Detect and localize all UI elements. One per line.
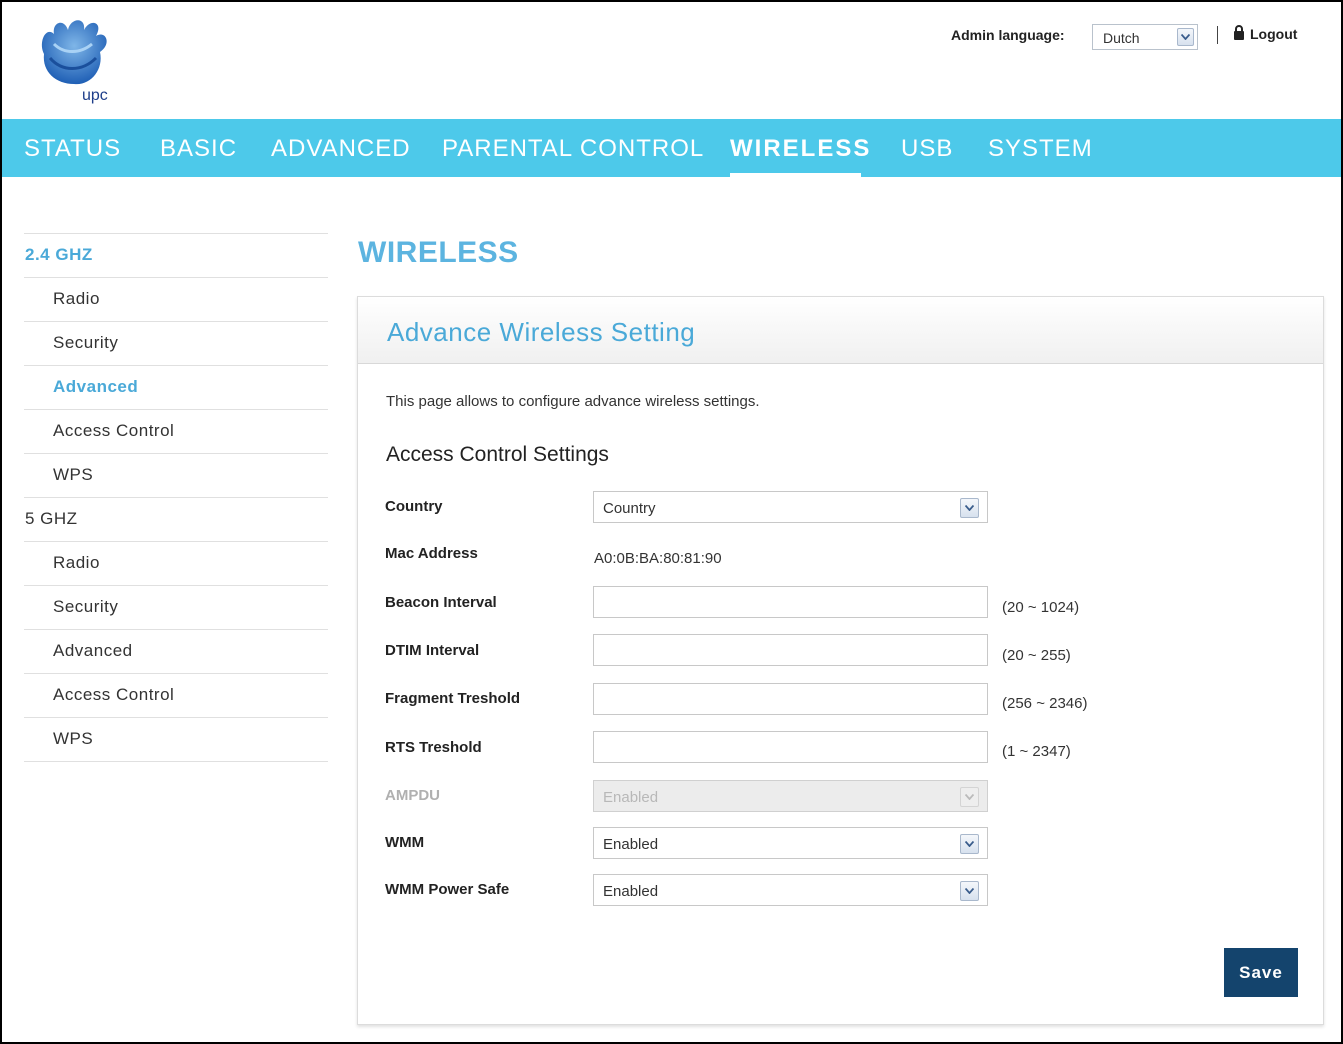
sidebar-item-label: Advanced: [53, 377, 139, 396]
chevron-down-icon[interactable]: [960, 498, 979, 518]
main-nav: STATUS BASIC ADVANCED PARENTAL CONTROL W…: [2, 119, 1341, 177]
sidebar-item-wps-5ghz[interactable]: WPS: [24, 717, 328, 762]
panel-title: Advance Wireless Setting: [387, 317, 696, 347]
mac-address-label: Mac Address: [385, 545, 478, 562]
country-select[interactable]: Country: [593, 491, 988, 523]
wmm-power-safe-value: Enabled: [603, 883, 659, 900]
rts-threshold-label: RTS Treshold: [385, 739, 482, 756]
chevron-down-icon: [960, 787, 979, 807]
beacon-interval-label: Beacon Interval: [385, 594, 497, 611]
logout-label: Logout: [1250, 26, 1298, 42]
page-title: WIRELESS: [358, 236, 519, 269]
sidebar-item-wps[interactable]: WPS: [24, 453, 328, 497]
sidebar-item-label: 2.4 GHZ: [25, 245, 93, 264]
wmm-power-safe-label: WMM Power Safe: [385, 881, 510, 898]
logo-text: upc: [82, 87, 108, 104]
nav-system[interactable]: SYSTEM: [988, 135, 1093, 163]
sidebar-item-security[interactable]: Security: [24, 321, 328, 365]
wmm-select[interactable]: Enabled: [593, 827, 988, 859]
rts-threshold-range: (1 ~ 2347): [1002, 743, 1071, 760]
fragment-threshold-field[interactable]: [593, 683, 988, 715]
panel-header: Advance Wireless Setting: [358, 297, 1323, 364]
page-description: This page allows to configure advance wi…: [386, 393, 760, 410]
lock-icon: [1233, 25, 1245, 43]
sidebar-item-radio-5ghz[interactable]: Radio: [24, 541, 328, 585]
chevron-down-icon[interactable]: [1177, 28, 1194, 46]
admin-language-select[interactable]: Dutch: [1092, 24, 1198, 50]
sidebar-item-label: Radio: [53, 553, 100, 572]
dtim-interval-input[interactable]: [594, 635, 987, 665]
fragment-threshold-input[interactable]: [594, 684, 987, 714]
ampdu-label: AMPDU: [385, 787, 440, 804]
wmm-label: WMM: [385, 834, 425, 851]
nav-status[interactable]: STATUS: [24, 135, 121, 163]
rts-threshold-input[interactable]: [594, 732, 987, 762]
settings-panel: Advance Wireless Setting This page allow…: [357, 296, 1324, 1025]
country-label: Country: [385, 498, 443, 515]
admin-language-value: Dutch: [1103, 30, 1140, 46]
section-title: Access Control Settings: [386, 443, 609, 466]
beacon-interval-field[interactable]: [593, 586, 988, 618]
fragment-threshold-range: (256 ~ 2346): [1002, 695, 1088, 712]
sidebar-group-2-4ghz[interactable]: 2.4 GHZ: [24, 233, 328, 277]
chevron-down-icon[interactable]: [960, 834, 979, 854]
ampdu-value: Enabled: [603, 789, 659, 806]
fragment-threshold-label: Fragment Treshold: [385, 690, 521, 707]
admin-language-label: Admin language:: [951, 27, 1065, 43]
wmm-value: Enabled: [603, 836, 659, 853]
sidebar-item-advanced-5ghz[interactable]: Advanced: [24, 629, 328, 673]
sidebar-item-label: Radio: [53, 289, 100, 308]
dtim-interval-range: (20 ~ 255): [1002, 647, 1071, 664]
sidebar-group-5ghz[interactable]: 5 GHZ: [24, 497, 328, 541]
wmm-power-safe-select[interactable]: Enabled: [593, 874, 988, 906]
beacon-interval-input[interactable]: [594, 587, 987, 617]
ampdu-select: Enabled: [593, 780, 988, 812]
active-tab-indicator: [730, 173, 861, 177]
mac-address-value: A0:0B:BA:80:81:90: [594, 550, 722, 567]
nav-usb[interactable]: USB: [901, 135, 953, 163]
header-separator: [1217, 26, 1218, 44]
sidebar-item-label: 5 GHZ: [25, 509, 78, 528]
sidebar-item-label: WPS: [53, 729, 94, 748]
dtim-interval-label: DTIM Interval: [385, 642, 480, 659]
save-button[interactable]: Save: [1224, 948, 1298, 997]
dtim-interval-field[interactable]: [593, 634, 988, 666]
sidebar: 2.4 GHZ Radio Security Advanced Access C…: [24, 233, 328, 762]
sidebar-item-access-control-5ghz[interactable]: Access Control: [24, 673, 328, 717]
chevron-down-icon[interactable]: [960, 881, 979, 901]
sidebar-item-label: Security: [53, 597, 119, 616]
sidebar-item-access-control[interactable]: Access Control: [24, 409, 328, 453]
sidebar-item-label: WPS: [53, 465, 94, 484]
sidebar-item-label: Advanced: [53, 641, 133, 660]
upc-logo[interactable]: upc: [34, 14, 134, 104]
nav-advanced[interactable]: ADVANCED: [271, 135, 411, 163]
sidebar-item-security-5ghz[interactable]: Security: [24, 585, 328, 629]
beacon-interval-range: (20 ~ 1024): [1002, 599, 1080, 616]
sidebar-item-label: Access Control: [53, 685, 175, 704]
sidebar-item-radio[interactable]: Radio: [24, 277, 328, 321]
sidebar-item-label: Security: [53, 333, 119, 352]
country-value: Country: [603, 500, 656, 517]
nav-parental-control[interactable]: PARENTAL CONTROL: [442, 135, 704, 163]
sidebar-item-label: Access Control: [53, 421, 175, 440]
nav-basic[interactable]: BASIC: [160, 135, 237, 163]
rts-threshold-field[interactable]: [593, 731, 988, 763]
sidebar-item-advanced[interactable]: Advanced: [24, 365, 328, 409]
nav-wireless[interactable]: WIRELESS: [730, 135, 871, 163]
logout-link[interactable]: Logout: [1233, 25, 1297, 43]
